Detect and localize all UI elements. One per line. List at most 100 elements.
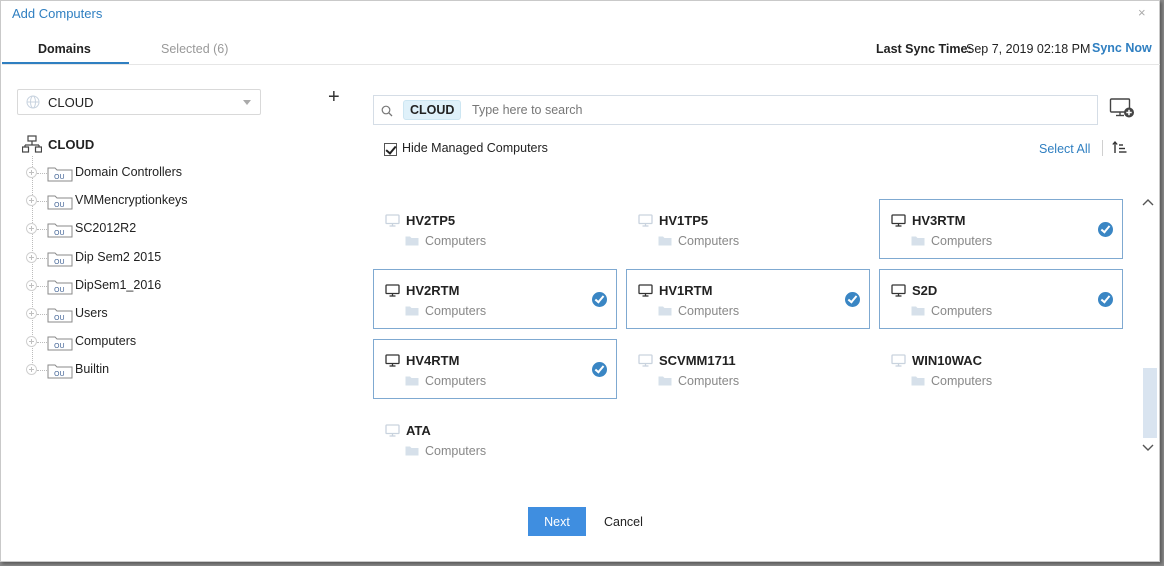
tab-domains[interactable]: Domains — [38, 42, 91, 56]
computer-card[interactable]: WIN10WAC Computers — [879, 339, 1123, 399]
expand-icon[interactable] — [26, 167, 37, 178]
computer-card[interactable]: HV2TP5 Computers — [373, 199, 617, 259]
domain-network-icon — [22, 135, 42, 153]
monitor-icon — [638, 354, 653, 367]
select-all-link[interactable]: Select All — [1039, 142, 1090, 156]
monitor-icon — [891, 214, 906, 227]
tab-selected[interactable]: Selected (6) — [161, 42, 228, 56]
expand-icon[interactable] — [26, 223, 37, 234]
tree-item-label: Domain Controllers — [75, 165, 182, 179]
sort-icon[interactable] — [1112, 141, 1127, 154]
computer-card[interactable]: HV4RTM Computers — [373, 339, 617, 399]
domain-select-value: CLOUD — [48, 95, 94, 110]
svg-text:OU: OU — [54, 314, 65, 322]
add-domain-button[interactable]: + — [328, 87, 340, 107]
cancel-button[interactable]: Cancel — [604, 515, 643, 529]
domain-select[interactable]: CLOUD — [17, 89, 261, 115]
expand-icon[interactable] — [26, 308, 37, 319]
computer-name: HV2TP5 — [406, 213, 456, 228]
ou-folder-icon: OU — [47, 280, 73, 295]
checkbox-checked-icon[interactable] — [384, 143, 397, 156]
ou-folder-icon: OU — [47, 195, 73, 210]
computer-container: Computers — [678, 304, 740, 318]
expand-icon[interactable] — [26, 280, 37, 291]
dialog-title: Add Computers — [12, 6, 103, 21]
check-circle-icon[interactable] — [845, 292, 860, 307]
computer-name: ATA — [406, 423, 431, 438]
tree-item-label: Users — [75, 306, 108, 320]
computer-container: Computers — [425, 374, 487, 388]
computer-container: Computers — [931, 304, 993, 318]
domain-filter-tag[interactable]: CLOUD — [403, 100, 462, 120]
computer-name: HV4RTM — [406, 353, 460, 368]
check-circle-icon[interactable] — [592, 362, 607, 377]
folder-icon — [911, 376, 925, 386]
svg-text:OU: OU — [54, 229, 65, 237]
computer-name: HV1RTM — [659, 283, 713, 298]
folder-icon — [658, 376, 672, 386]
monitor-icon — [385, 284, 400, 297]
expand-icon[interactable] — [26, 252, 37, 263]
svg-text:OU: OU — [54, 173, 65, 181]
search-icon — [381, 105, 393, 117]
check-circle-icon[interactable] — [1098, 222, 1113, 237]
svg-text:OU: OU — [54, 258, 65, 266]
monitor-icon — [638, 214, 653, 227]
computer-name: WIN10WAC — [912, 353, 983, 368]
globe-icon — [26, 95, 40, 109]
monitor-icon — [385, 214, 400, 227]
folder-icon — [405, 376, 419, 386]
computer-name: HV2RTM — [406, 283, 460, 298]
expand-icon[interactable] — [26, 364, 37, 375]
check-circle-icon[interactable] — [592, 292, 607, 307]
last-sync-time: Sep 7, 2019 02:18 PM — [966, 42, 1091, 56]
divider — [1102, 140, 1103, 156]
scroll-up-icon[interactable] — [1141, 197, 1155, 209]
monitor-icon — [638, 284, 653, 297]
computer-container: Computers — [425, 234, 487, 248]
expand-icon[interactable] — [26, 336, 37, 347]
add-computers-dialog: Add Computers × Domains Selected (6) Las… — [0, 0, 1160, 562]
computer-container: Computers — [425, 444, 487, 458]
tab-divider — [2, 64, 1160, 65]
svg-text:OU: OU — [54, 201, 65, 209]
svg-text:OU: OU — [54, 342, 65, 350]
computer-name: SCVMM1711 — [659, 353, 736, 368]
expand-icon[interactable] — [26, 195, 37, 206]
close-icon[interactable]: × — [1138, 5, 1146, 20]
monitor-icon — [891, 354, 906, 367]
computer-container: Computers — [678, 374, 740, 388]
computer-card[interactable]: HV1TP5 Computers — [626, 199, 870, 259]
svg-text:OU: OU — [54, 370, 65, 378]
tree-item-label: DipSem1_2016 — [75, 278, 162, 292]
ou-folder-icon: OU — [47, 336, 73, 351]
computer-name: HV3RTM — [912, 213, 966, 228]
sync-now-link[interactable]: Sync Now — [1092, 41, 1152, 55]
computer-card[interactable]: ATA Computers — [373, 409, 617, 469]
search-input[interactable] — [472, 100, 1072, 120]
check-circle-icon[interactable] — [1098, 292, 1113, 307]
scroll-down-icon[interactable] — [1141, 441, 1155, 453]
scrollbar-thumb[interactable] — [1143, 368, 1157, 438]
computer-container: Computers — [931, 234, 993, 248]
monitor-icon — [385, 354, 400, 367]
last-sync-label: Last Sync Time: — [876, 42, 972, 56]
tree-item-label: VMMencryptionkeys — [75, 193, 188, 207]
computer-name: HV1TP5 — [659, 213, 709, 228]
tree-root-label: CLOUD — [48, 137, 95, 152]
tree-item-label: Computers — [75, 334, 137, 348]
computer-card[interactable]: HV2RTM Computers — [373, 269, 617, 329]
add-computer-icon[interactable] — [1109, 97, 1135, 119]
folder-icon — [405, 236, 419, 246]
tree-item-label: SC2012R2 — [75, 221, 137, 235]
computer-container: Computers — [425, 304, 487, 318]
next-button[interactable]: Next — [528, 507, 586, 536]
ou-folder-icon: OU — [47, 252, 73, 267]
computer-card[interactable]: S2D Computers — [879, 269, 1123, 329]
folder-icon — [911, 306, 925, 316]
computer-container: Computers — [678, 234, 740, 248]
computer-card[interactable]: HV3RTM Computers — [879, 199, 1123, 259]
computer-card[interactable]: HV1RTM Computers — [626, 269, 870, 329]
computer-card[interactable]: SCVMM1711 Computers — [626, 339, 870, 399]
folder-icon — [911, 236, 925, 246]
